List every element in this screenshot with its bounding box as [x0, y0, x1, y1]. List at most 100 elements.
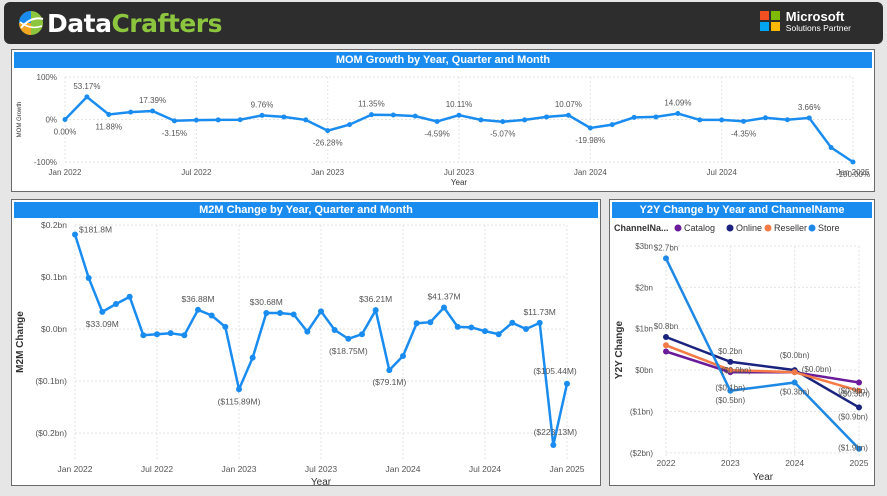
- mom-data-point[interactable]: [631, 114, 637, 120]
- m2m-data-point[interactable]: [441, 304, 447, 311]
- m2m-data-point[interactable]: [263, 310, 270, 317]
- m2m-data-point[interactable]: [222, 323, 229, 330]
- mom-data-point[interactable]: [565, 112, 571, 118]
- mom-data-point[interactable]: [609, 122, 615, 128]
- mom-growth-chart[interactable]: 100% 0% -100%Jan 2022 Jul 2022 Jan 2023 Jul 2…: [12, 50, 874, 191]
- globe-icon: [19, 11, 44, 35]
- y2y-xtick-label: 2025: [850, 458, 869, 468]
- m2m-data-point[interactable]: [427, 319, 434, 326]
- y2y-data-point-online[interactable]: [856, 404, 862, 411]
- m2m-data-point[interactable]: [181, 332, 188, 339]
- mom-data-point[interactable]: [84, 94, 90, 100]
- m2m-data-point[interactable]: [249, 354, 256, 361]
- mom-data-label: 11.35%: [358, 100, 385, 109]
- m2m-data-point[interactable]: [318, 308, 324, 315]
- m2m-data-point[interactable]: [154, 331, 160, 338]
- mom-data-point[interactable]: [828, 145, 834, 151]
- mom-data-point[interactable]: [171, 118, 177, 124]
- mom-data-point[interactable]: [478, 117, 484, 123]
- mom-data-point[interactable]: [653, 114, 659, 120]
- mom-data-point[interactable]: [193, 117, 199, 123]
- mom-data-point[interactable]: [303, 117, 309, 123]
- mom-data-point[interactable]: [500, 119, 506, 125]
- mom-data-point[interactable]: [325, 128, 331, 134]
- m2m-data-label: $41.37M: [427, 291, 460, 301]
- mom-data-point[interactable]: [150, 108, 156, 114]
- m2m-change-panel: M2M Change by Year, Quarter and Month $0…: [11, 199, 601, 486]
- m2m-data-point[interactable]: [400, 353, 406, 360]
- m2m-data-point[interactable]: [550, 442, 557, 449]
- mom-data-point[interactable]: [784, 117, 790, 123]
- y2y-legend-title: ChannelNa...: [614, 223, 669, 233]
- m2m-data-point[interactable]: [372, 307, 379, 314]
- m2m-data-point[interactable]: [359, 331, 365, 338]
- m2m-data-point[interactable]: [236, 386, 242, 393]
- m2m-xtick-label: Jul 2024: [469, 464, 501, 474]
- y2y-change-chart[interactable]: ChannelNa... Catalog Online Reseller Store $3…: [610, 200, 874, 485]
- m2m-data-point[interactable]: [468, 324, 475, 331]
- y2y-ytick-label: $0bn: [635, 366, 653, 375]
- mom-data-point[interactable]: [741, 118, 747, 124]
- mom-data-point[interactable]: [412, 113, 418, 119]
- mom-data-point[interactable]: [215, 117, 221, 123]
- mom-data-point[interactable]: [390, 112, 396, 118]
- m2m-data-point[interactable]: [386, 367, 393, 374]
- mom-data-point[interactable]: [762, 115, 768, 121]
- m2m-data-point[interactable]: [482, 328, 488, 335]
- m2m-data-point[interactable]: [509, 319, 516, 326]
- m2m-ytick-label: ($0.1bn): [35, 376, 67, 386]
- m2m-data-point[interactable]: [345, 335, 352, 342]
- mom-data-point[interactable]: [719, 117, 725, 123]
- mom-data-point[interactable]: [434, 118, 440, 124]
- mom-data-point[interactable]: [850, 159, 856, 165]
- m2m-data-point[interactable]: [277, 310, 283, 317]
- mom-data-point[interactable]: [522, 117, 528, 123]
- m2m-data-point[interactable]: [523, 326, 529, 332]
- mom-data-label: -5.07%: [490, 130, 515, 139]
- m2m-data-point[interactable]: [126, 293, 133, 300]
- m2m-data-point[interactable]: [413, 320, 420, 327]
- mom-data-point[interactable]: [237, 117, 243, 123]
- y2y-data-point-catalog[interactable]: [856, 379, 862, 386]
- m2m-data-point[interactable]: [304, 328, 311, 335]
- m2m-data-point[interactable]: [72, 231, 78, 238]
- m2m-data-point[interactable]: [290, 311, 297, 318]
- mom-data-point[interactable]: [697, 117, 703, 123]
- m2m-data-point[interactable]: [140, 332, 147, 339]
- mom-data-point[interactable]: [281, 114, 287, 120]
- m2m-data-point[interactable]: [208, 312, 215, 319]
- mom-data-point[interactable]: [106, 111, 112, 117]
- mom-xtick-label: Jan 2023: [311, 168, 344, 177]
- m2m-data-point[interactable]: [331, 327, 338, 334]
- m2m-data-point[interactable]: [85, 275, 92, 282]
- m2m-data-point[interactable]: [564, 380, 570, 387]
- y2y-data-point-catalog[interactable]: [663, 348, 669, 355]
- mom-data-point[interactable]: [128, 109, 134, 115]
- m2m-data-point[interactable]: [113, 301, 119, 308]
- mom-data-point[interactable]: [675, 111, 681, 117]
- mom-data-point[interactable]: [259, 112, 265, 118]
- y2y-data-point-store[interactable]: [791, 379, 798, 386]
- m2m-data-point[interactable]: [536, 319, 543, 326]
- mom-xtick-label: Jul 2022: [181, 168, 212, 177]
- y2y-data-point-online[interactable]: [663, 334, 669, 341]
- m2m-data-point[interactable]: [195, 306, 201, 313]
- mom-data-point[interactable]: [806, 115, 812, 121]
- mom-data-point[interactable]: [368, 112, 374, 118]
- y2y-data-point-online[interactable]: [727, 358, 734, 365]
- mom-data-label: 10.07%: [555, 100, 582, 109]
- mom-data-point[interactable]: [456, 112, 462, 118]
- y2y-data-point-store[interactable]: [663, 255, 669, 262]
- m2m-data-point[interactable]: [167, 330, 174, 337]
- m2m-data-point[interactable]: [454, 323, 461, 330]
- mom-data-point[interactable]: [62, 117, 68, 122]
- y2y-data-point-reseller[interactable]: [663, 342, 669, 349]
- mom-data-point[interactable]: [347, 122, 353, 128]
- m2m-data-point[interactable]: [495, 331, 502, 338]
- mom-x-axis-title: Year: [451, 178, 468, 187]
- y2y-data-point-reseller[interactable]: [791, 369, 798, 376]
- mom-data-point[interactable]: [544, 114, 550, 120]
- m2m-data-point[interactable]: [99, 308, 106, 315]
- m2m-change-chart[interactable]: $0.2bn $0.1bn $0.0bn ($0.1bn) ($0.2bn) Jan 20…: [12, 200, 600, 485]
- mom-data-point[interactable]: [587, 125, 593, 131]
